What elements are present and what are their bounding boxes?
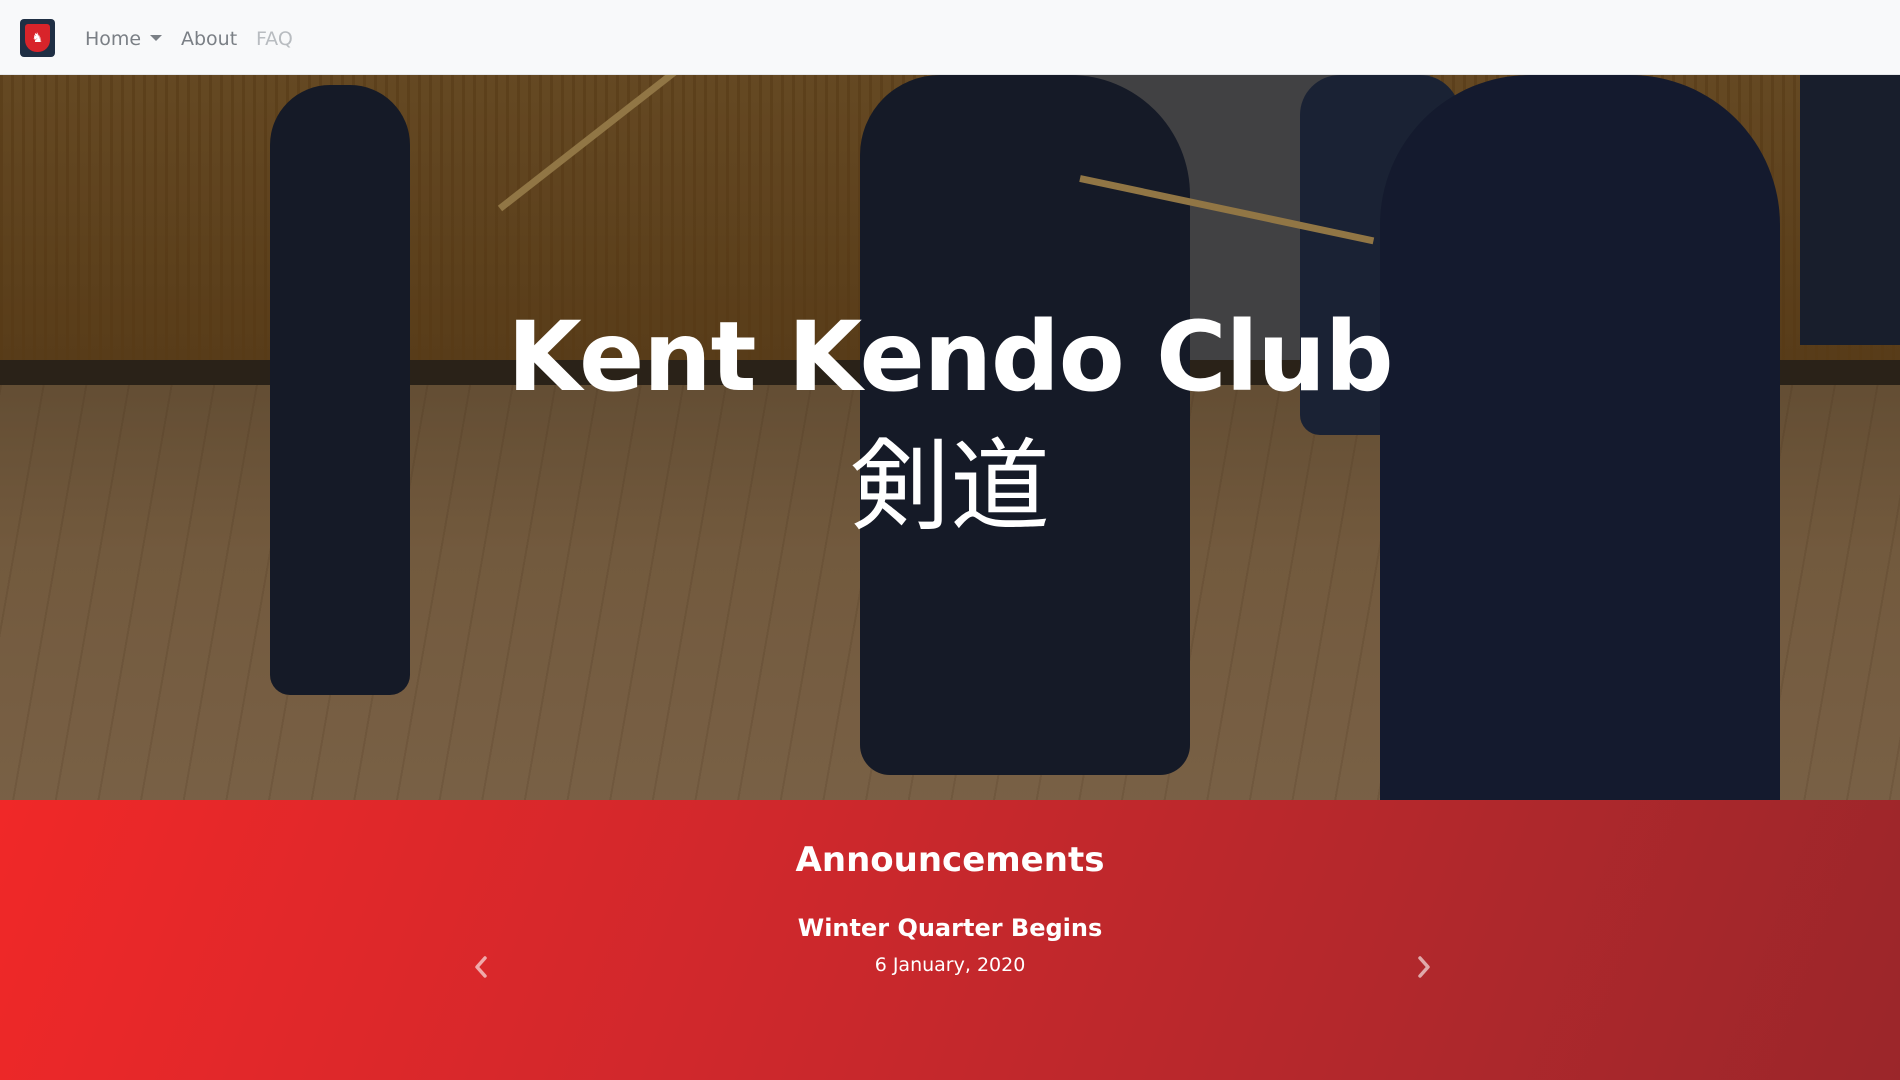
top-navbar: ♞ Home About FAQ — [0, 0, 1900, 75]
hero-subtitle-kanji: 剣道 — [850, 428, 1050, 545]
announcements-section: Announcements Winter Quarter Begins 6 Ja… — [0, 800, 1900, 1080]
hero-title: Kent Kendo Club — [507, 301, 1393, 413]
chevron-left-icon — [475, 956, 487, 978]
announcement-title: Winter Quarter Begins — [797, 914, 1103, 942]
announcements-heading: Announcements — [795, 840, 1105, 880]
nav-about[interactable]: About — [181, 27, 237, 51]
carousel-next-button[interactable] — [1409, 952, 1439, 982]
announcement-date: 6 January, 2020 — [874, 954, 1026, 976]
nav-faq: FAQ — [256, 28, 293, 50]
carousel-prev-button[interactable] — [466, 952, 496, 982]
caret-down-icon — [150, 34, 163, 41]
nav-home-dropdown[interactable]: Home — [85, 27, 163, 51]
club-logo[interactable]: ♞ — [20, 19, 55, 57]
hero-banner: Kent Kendo Club 剣道 — [0, 75, 1900, 800]
crest-icon: ♞ — [25, 24, 50, 52]
chevron-right-icon — [1418, 956, 1430, 978]
nav-home-label: Home — [85, 28, 142, 50]
